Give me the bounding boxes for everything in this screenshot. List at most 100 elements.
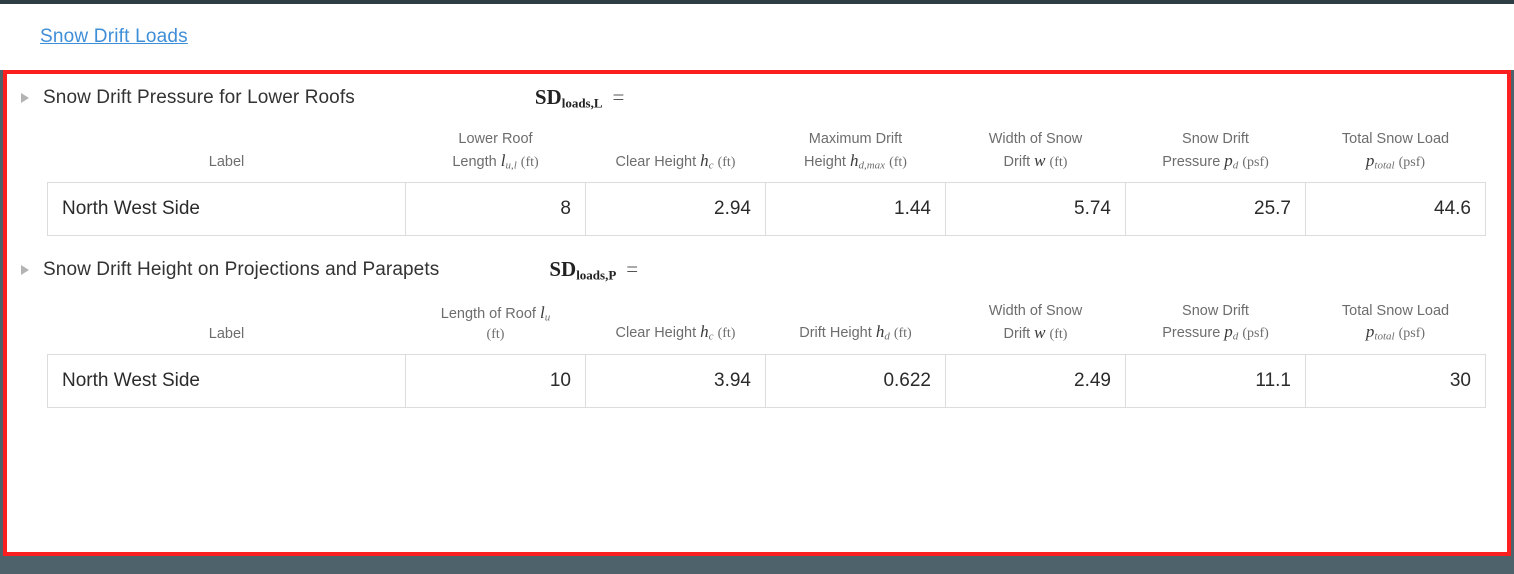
col2-6-line1: Total Snow Load	[1341, 302, 1450, 319]
section-1-expr-operator: =	[612, 84, 625, 109]
breadcrumb-snow-drift-loads[interactable]: Snow Drift Loads	[40, 26, 188, 48]
col-5-sub: d	[1232, 158, 1239, 171]
col-6-unit: (psf)	[1398, 154, 1426, 170]
table-row[interactable]: North West Side 10 3.94 0.622 2.49 11.1 …	[47, 353, 1486, 408]
col-5-line2: Pressure pd (psf)	[1138, 150, 1294, 173]
cell-length-of-roof[interactable]: 10	[405, 353, 586, 408]
col2-3-text: Drift Height	[799, 325, 872, 342]
section-2-expr-subscript: loads,P	[576, 266, 617, 282]
col-4-symbol: w	[1034, 150, 1046, 170]
col-1-text: Length	[452, 153, 497, 170]
col2-4-line2: Drift w (ft)	[958, 322, 1114, 345]
section-1-header[interactable]: Snow Drift Pressure for Lower Roofs SDlo…	[7, 74, 1507, 122]
cell-clear-height[interactable]: 3.94	[585, 353, 766, 408]
col-1-unit: (ft)	[520, 154, 539, 170]
col2-1-sub: u	[544, 311, 551, 324]
col-1-line2: Length lu,l (ft)	[418, 150, 574, 173]
col-header-label: Label	[47, 124, 406, 183]
triangle-right-icon[interactable]	[17, 90, 33, 106]
col2-2-unit: (ft)	[717, 326, 736, 342]
col-2-text: Clear Height	[615, 153, 697, 170]
col-3-unit: (ft)	[889, 154, 907, 170]
col2-6-sub: total	[1374, 330, 1395, 343]
col-header-clear-height: Clear Height hc (ft)	[585, 124, 766, 183]
cell-label[interactable]: North West Side	[47, 353, 406, 408]
col-header-label: Label	[47, 295, 406, 355]
col-5-unit: (psf)	[1242, 154, 1269, 170]
col-5-symbol: p	[1224, 150, 1233, 170]
table-snow-drift-pressure-lower-roofs: Label Lower Roof Length lu,l (ft) Clear …	[47, 124, 1486, 236]
col-header-width-of-snow-drift: Width of Snow Drift w (ft)	[945, 295, 1126, 355]
col2-5-line1: Snow Drift	[1182, 302, 1249, 319]
col-4-line2: Drift w (ft)	[958, 150, 1114, 173]
col-5-text: Pressure	[1162, 153, 1221, 170]
table-2-header-row: Label Length of Roof lu (ft) Clear Heigh…	[47, 295, 1486, 355]
cell-clear-height[interactable]: 2.94	[585, 181, 766, 236]
col-header-maximum-drift-height: Maximum Drift Height hd,max (ft)	[765, 124, 946, 183]
col-6-line2: ptotal (psf)	[1318, 150, 1474, 173]
col-5-line1: Snow Drift	[1182, 131, 1249, 147]
col-6-sub: total	[1374, 158, 1395, 171]
col2-4-unit: (ft)	[1049, 326, 1068, 342]
col2-2-sub: c	[708, 330, 714, 343]
cell-width-of-snow-drift[interactable]: 2.49	[945, 353, 1126, 408]
col2-5-symbol: p	[1224, 322, 1233, 342]
cell-total-snow-load[interactable]: 44.6	[1305, 181, 1486, 236]
col-3-line2: Height hd,max (ft)	[778, 150, 934, 173]
col-header-lower-roof-length: Lower Roof Length lu,l (ft)	[405, 124, 586, 183]
cell-drift-height[interactable]: 0.622	[765, 353, 946, 408]
col-3-sub: d,max	[858, 158, 886, 171]
cell-label[interactable]: North West Side	[47, 181, 406, 236]
col-2-symbol: h	[700, 150, 709, 170]
section-snow-drift-pressure-lower-roofs: Snow Drift Pressure for Lower Roofs SDlo…	[7, 74, 1507, 236]
col-header-width-of-snow-drift: Width of Snow Drift w (ft)	[945, 124, 1126, 183]
cell-snow-drift-pressure[interactable]: 11.1	[1125, 353, 1306, 408]
section-2-expression: SDloads,P =	[549, 257, 638, 283]
col-6-line1: Total Snow Load	[1341, 131, 1450, 147]
col2-4-text: Drift	[1003, 325, 1031, 342]
highlighted-results-region: Snow Drift Pressure for Lower Roofs SDlo…	[3, 70, 1511, 556]
table-row[interactable]: North West Side 8 2.94 1.44 5.74 25.7 44…	[47, 181, 1486, 236]
col-header-snow-drift-pressure: Snow Drift Pressure pd (psf)	[1125, 124, 1306, 183]
col-1-line1: Lower Roof	[458, 131, 533, 147]
section-1-expr-base: SD	[534, 84, 562, 109]
cell-lower-roof-length[interactable]: 8	[405, 181, 586, 236]
cell-total-snow-load[interactable]: 30	[1305, 353, 1486, 408]
window-bottom-edge	[0, 556, 1514, 574]
col2-4-symbol: w	[1034, 322, 1046, 342]
section-2-header[interactable]: Snow Drift Height on Projections and Par…	[7, 246, 1507, 294]
section-snow-drift-height-projections-parapets: Snow Drift Height on Projections and Par…	[7, 246, 1507, 408]
app-screen: Snow Drift Loads Snow Drift Pressure for…	[0, 0, 1514, 574]
section-2-expr-operator: =	[626, 256, 639, 281]
col2-3-sub: d	[884, 330, 890, 343]
col-4-text: Drift	[1003, 153, 1031, 170]
triangle-right-icon[interactable]	[17, 262, 33, 278]
col2-5-sub: d	[1232, 330, 1239, 343]
col-header-snow-drift-pressure: Snow Drift Pressure pd (psf)	[1125, 295, 1306, 355]
col-header-total-snow-load: Total Snow Load ptotal (psf)	[1305, 295, 1486, 355]
table-1-header-row: Label Lower Roof Length lu,l (ft) Clear …	[47, 124, 1486, 183]
cell-width-of-snow-drift[interactable]: 5.74	[945, 181, 1126, 236]
col2-3-unit: (ft)	[893, 326, 912, 342]
cell-maximum-drift-height[interactable]: 1.44	[765, 181, 946, 236]
section-1-expr-subscript: loads,L	[561, 95, 603, 111]
page-header-area: Snow Drift Loads	[0, 4, 1514, 70]
col2-5-text: Pressure	[1162, 325, 1221, 342]
col2-2-symbol: h	[700, 322, 709, 342]
section-2-title: Snow Drift Height on Projections and Par…	[43, 258, 440, 280]
col-4-unit: (ft)	[1049, 154, 1068, 170]
col2-2-text: Clear Height	[615, 325, 697, 342]
section-1-title: Snow Drift Pressure for Lower Roofs	[43, 87, 355, 108]
col-3-text: Height	[804, 153, 846, 170]
section-2-expr-base: SD	[549, 256, 577, 281]
col-header-clear-height: Clear Height hc (ft)	[585, 295, 766, 355]
cell-snow-drift-pressure[interactable]: 25.7	[1125, 181, 1306, 236]
col-3-line1: Maximum Drift	[808, 131, 903, 147]
col-header-total-snow-load: Total Snow Load ptotal (psf)	[1305, 124, 1486, 183]
col2-5-line2: Pressure pd (psf)	[1138, 321, 1294, 344]
col2-5-unit: (psf)	[1242, 326, 1269, 342]
section-1-expression: SDloads,L =	[535, 85, 625, 111]
col2-4-line1: Width of Snow	[988, 303, 1083, 320]
col-2-sub: c	[708, 158, 714, 171]
col2-6-line2: ptotal (psf)	[1318, 321, 1474, 344]
